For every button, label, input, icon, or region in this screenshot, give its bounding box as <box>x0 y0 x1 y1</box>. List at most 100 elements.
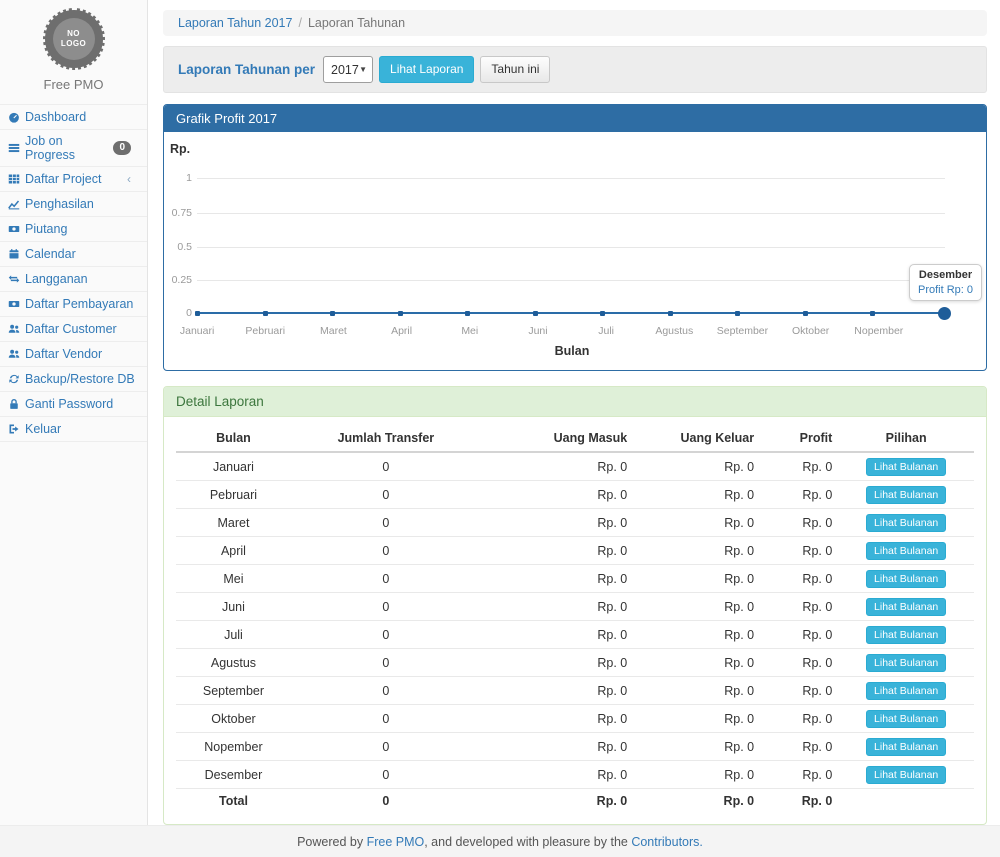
table-row: Maret 0 Rp. 0 Rp. 0 Rp. 0 Lihat Bulanan <box>176 509 974 537</box>
lock-icon <box>8 398 20 410</box>
sidebar-item-daftar-project[interactable]: Daftar Project ‹ <box>0 167 147 191</box>
cell-uang-masuk: Rp. 0 <box>481 649 633 677</box>
footer-text-middle: , and developed with pleasure by the <box>424 835 631 849</box>
sidebar-item-label: Piutang <box>25 222 67 236</box>
sidebar-item-daftar-vendor[interactable]: Daftar Vendor <box>0 342 147 366</box>
cell-bulan: Desember <box>176 761 291 789</box>
x-tick-label: Mei <box>436 325 504 337</box>
cell-uang-keluar: Rp. 0 <box>633 537 760 565</box>
year-select[interactable]: 2017 ▼ <box>323 56 373 83</box>
cell-uang-masuk: Rp. 0 <box>481 733 633 761</box>
view-monthly-button[interactable]: Lihat Bulanan <box>866 710 946 728</box>
sidebar-item-daftar-pembayaran[interactable]: Daftar Pembayaran <box>0 292 147 316</box>
tooltip-title: Desember <box>918 269 973 281</box>
view-monthly-button[interactable]: Lihat Bulanan <box>866 458 946 476</box>
data-point[interactable] <box>870 311 875 316</box>
chart-panel-title: Grafik Profit 2017 <box>164 105 986 132</box>
cell-uang-masuk: Rp. 0 <box>481 537 633 565</box>
caret-down-icon: ▼ <box>359 65 367 74</box>
cell-jumlah-transfer: 0 <box>291 537 481 565</box>
x-tick-label: April <box>368 325 436 337</box>
chart-tooltip: Desember Profit Rp: 0 <box>909 264 982 301</box>
footer-link-free-pmo[interactable]: Free PMO <box>367 835 425 849</box>
footer-text-prefix: Powered by <box>297 835 366 849</box>
sidebar-item-penghasilan[interactable]: Penghasilan <box>0 192 147 216</box>
data-point[interactable] <box>938 307 951 320</box>
table-header-row: Bulan Jumlah Transfer Uang Masuk Uang Ke… <box>176 425 974 452</box>
column-header-profit: Profit <box>760 425 838 452</box>
no-logo-text: NO LOGO <box>53 18 95 60</box>
report-toolbar: Laporan Tahunan per 2017 ▼ Lihat Laporan… <box>163 46 987 93</box>
sidebar-item-job-on-progress[interactable]: Job on Progress 0 <box>0 130 147 166</box>
data-point[interactable] <box>533 311 538 316</box>
column-header-pilihan: Pilihan <box>838 425 974 452</box>
table-row: Juli 0 Rp. 0 Rp. 0 Rp. 0 Lihat Bulanan <box>176 621 974 649</box>
view-report-button[interactable]: Lihat Laporan <box>379 56 474 83</box>
column-header-jumlah-transfer: Jumlah Transfer <box>291 425 481 452</box>
users-icon <box>8 323 20 335</box>
sidebar-item-calendar[interactable]: Calendar <box>0 242 147 266</box>
view-monthly-button[interactable]: Lihat Bulanan <box>866 682 946 700</box>
no-logo-badge: NO LOGO <box>43 8 105 70</box>
view-monthly-button[interactable]: Lihat Bulanan <box>866 738 946 756</box>
total-uang-masuk: Rp. 0 <box>481 789 633 813</box>
sidebar-item-piutang[interactable]: Piutang <box>0 217 147 241</box>
data-point[interactable] <box>195 311 200 316</box>
view-monthly-button[interactable]: Lihat Bulanan <box>866 626 946 644</box>
gridline <box>197 213 945 214</box>
sidebar-item-keluar[interactable]: Keluar <box>0 417 147 441</box>
cell-jumlah-transfer: 0 <box>291 761 481 789</box>
data-point[interactable] <box>600 311 605 316</box>
calendar-icon <box>8 248 20 260</box>
x-axis-labels: JanuariPebruariMaretAprilMeiJuniJuliAgus… <box>163 325 981 337</box>
view-monthly-button[interactable]: Lihat Bulanan <box>866 654 946 672</box>
sidebar-item-backup-restore[interactable]: Backup/Restore DB <box>0 367 147 391</box>
data-point[interactable] <box>465 311 470 316</box>
this-year-button[interactable]: Tahun ini <box>480 56 550 83</box>
breadcrumb-separator: / <box>298 16 301 30</box>
view-monthly-button[interactable]: Lihat Bulanan <box>866 570 946 588</box>
view-monthly-button[interactable]: Lihat Bulanan <box>866 542 946 560</box>
sidebar-item-ganti-password[interactable]: Ganti Password <box>0 392 147 416</box>
view-monthly-button[interactable]: Lihat Bulanan <box>866 514 946 532</box>
job-count-badge: 0 <box>113 141 131 155</box>
report-table: Bulan Jumlah Transfer Uang Masuk Uang Ke… <box>176 425 974 812</box>
sidebar-item-label: Daftar Vendor <box>25 347 102 361</box>
table-row: Januari 0 Rp. 0 Rp. 0 Rp. 0 Lihat Bulana… <box>176 452 974 481</box>
footer-link-contributors[interactable]: Contributors. <box>631 835 703 849</box>
cell-jumlah-transfer: 0 <box>291 565 481 593</box>
cell-uang-keluar: Rp. 0 <box>633 677 760 705</box>
cell-profit: Rp. 0 <box>760 705 838 733</box>
view-monthly-button[interactable]: Lihat Bulanan <box>866 486 946 504</box>
page-footer: Powered by Free PMO, and developed with … <box>0 825 1000 857</box>
cell-profit: Rp. 0 <box>760 565 838 593</box>
data-point[interactable] <box>398 311 403 316</box>
cell-uang-masuk: Rp. 0 <box>481 677 633 705</box>
column-header-uang-keluar: Uang Keluar <box>633 425 760 452</box>
data-point[interactable] <box>735 311 740 316</box>
table-total-row: Total 0 Rp. 0 Rp. 0 Rp. 0 <box>176 789 974 813</box>
view-monthly-button[interactable]: Lihat Bulanan <box>866 598 946 616</box>
table-icon <box>8 173 20 185</box>
data-point[interactable] <box>803 311 808 316</box>
cell-profit: Rp. 0 <box>760 481 838 509</box>
sidebar-item-dashboard[interactable]: Dashboard <box>0 105 147 129</box>
cell-profit: Rp. 0 <box>760 452 838 481</box>
data-point[interactable] <box>330 311 335 316</box>
data-point[interactable] <box>263 311 268 316</box>
cell-jumlah-transfer: 0 <box>291 452 481 481</box>
data-point[interactable] <box>668 311 673 316</box>
breadcrumb-link-laporan-tahun[interactable]: Laporan Tahun 2017 <box>178 16 292 30</box>
table-row: Mei 0 Rp. 0 Rp. 0 Rp. 0 Lihat Bulanan <box>176 565 974 593</box>
cell-jumlah-transfer: 0 <box>291 481 481 509</box>
cell-uang-keluar: Rp. 0 <box>633 481 760 509</box>
view-monthly-button[interactable]: Lihat Bulanan <box>866 766 946 784</box>
tasks-icon <box>8 142 20 154</box>
table-row: Pebruari 0 Rp. 0 Rp. 0 Rp. 0 Lihat Bulan… <box>176 481 974 509</box>
total-jumlah-transfer: 0 <box>291 789 481 813</box>
users-icon <box>8 348 20 360</box>
table-row: Oktober 0 Rp. 0 Rp. 0 Rp. 0 Lihat Bulana… <box>176 705 974 733</box>
sidebar-item-daftar-customer[interactable]: Daftar Customer <box>0 317 147 341</box>
sidebar-item-langganan[interactable]: Langganan <box>0 267 147 291</box>
y-axis-title: Rp. <box>170 142 190 156</box>
